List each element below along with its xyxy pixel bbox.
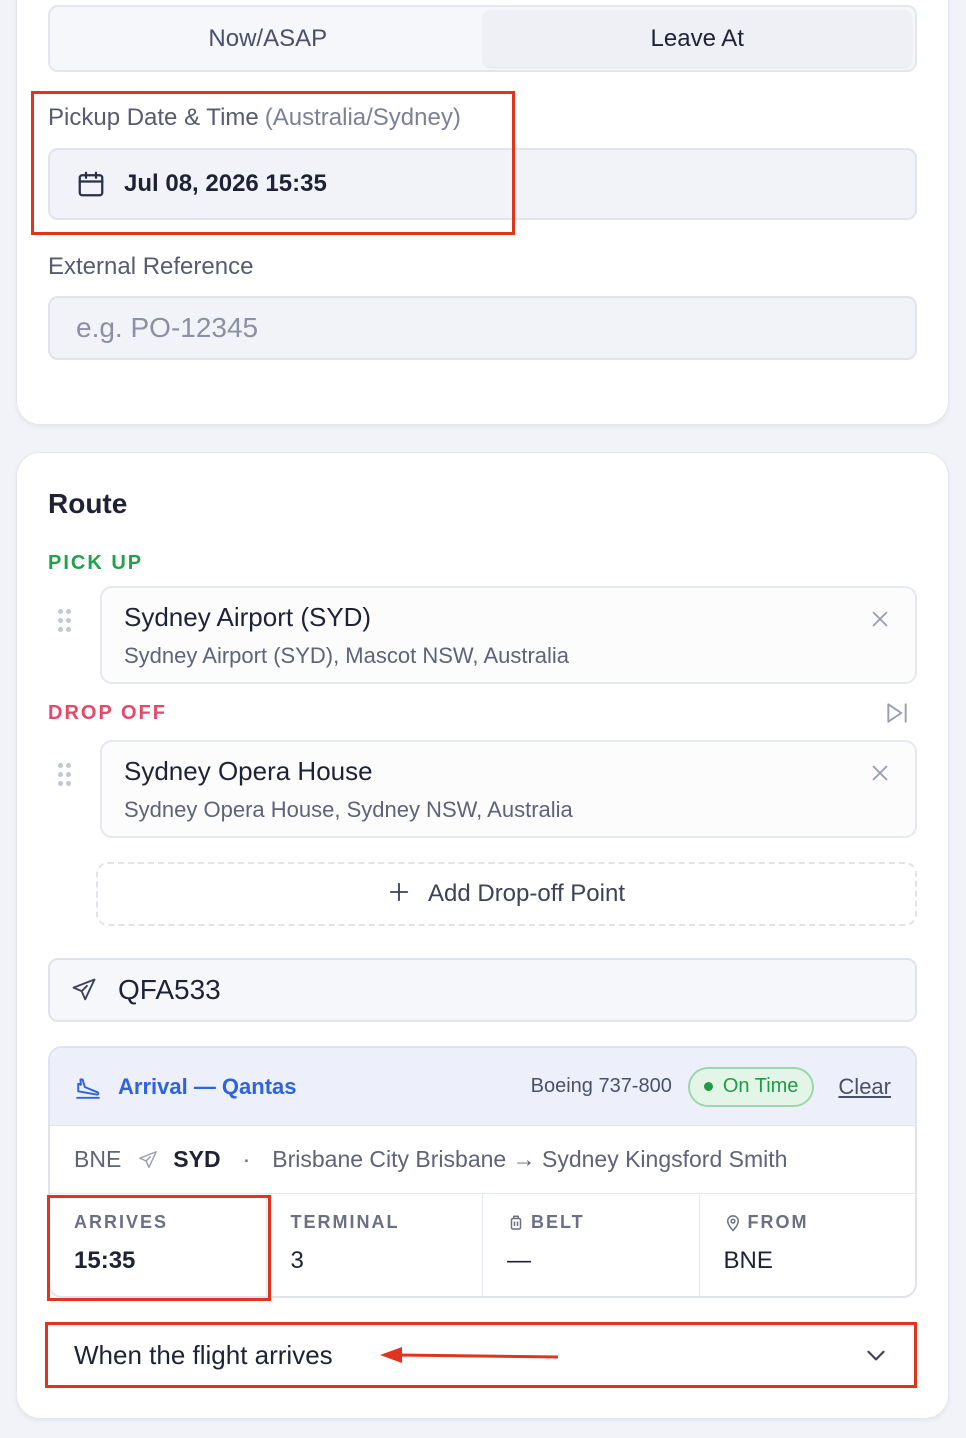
drag-handle-icon[interactable] <box>58 609 74 635</box>
flight-number-input[interactable]: QFA533 <box>48 958 917 1022</box>
now-asap-option[interactable]: Now/ASAP <box>53 10 483 67</box>
flight-info-header: Arrival — Qantas Boeing 737-800 On Time … <box>50 1048 915 1126</box>
terminal-label: TERMINAL <box>290 1212 400 1232</box>
destination-code: SYD <box>173 1146 221 1172</box>
pickup-stop[interactable]: Sydney Airport (SYD) Sydney Airport (SYD… <box>100 586 917 684</box>
terminal-stat: TERMINAL 3 <box>267 1194 483 1296</box>
flight-route-row: BNE SYD · Brisbane City Brisbane → Sydne… <box>50 1126 915 1194</box>
chevron-down-icon <box>863 1342 889 1375</box>
pickup-datetime-label-text: Pickup Date & Time <box>48 104 259 131</box>
close-icon[interactable] <box>869 762 891 789</box>
separator-dot: · <box>242 1146 251 1172</box>
leave-at-option[interactable]: Leave At <box>482 10 912 67</box>
status-badge: On Time <box>687 1066 815 1107</box>
close-icon[interactable] <box>869 608 891 635</box>
external-reference-input[interactable]: e.g. PO-12345 <box>48 296 917 360</box>
add-dropoff-button[interactable]: Add Drop-off Point <box>96 862 917 926</box>
external-reference-placeholder: e.g. PO-12345 <box>76 312 259 343</box>
route-title: Route <box>48 488 128 519</box>
flight-number-value: QFA533 <box>118 974 221 1005</box>
departure-mode-toggle: Now/ASAP Leave At <box>48 5 917 72</box>
from-label: FROM <box>747 1212 809 1232</box>
arrives-stat: ARRIVES 15:35 <box>50 1194 267 1296</box>
calendar-icon <box>76 169 106 199</box>
plane-landing-icon <box>76 1077 100 1099</box>
flight-title: Arrival — Qantas <box>74 1074 297 1100</box>
luggage-icon <box>510 1215 522 1230</box>
plane-icon <box>137 1149 159 1171</box>
add-dropoff-label: Add Drop-off Point <box>427 880 625 907</box>
flight-route-text: Brisbane City Brisbane → Sydney Kingsfor… <box>272 1146 788 1172</box>
flight-stats: ARRIVES 15:35 TERMINAL 3 BELT — FROM BNE <box>50 1194 916 1296</box>
annotation-arrow-icon <box>380 1347 559 1363</box>
status-text: On Time <box>722 1075 799 1097</box>
flight-title-text: Arrival — Qantas <box>118 1073 297 1099</box>
dropoff-stop-name: Sydney Opera House <box>124 756 373 786</box>
dropoff-section-label: DROP OFF <box>48 702 167 724</box>
clear-flight-link[interactable]: Clear <box>838 1074 891 1100</box>
terminal-value: 3 <box>290 1247 304 1274</box>
drag-handle-icon[interactable] <box>58 763 74 789</box>
dropoff-stop[interactable]: Sydney Opera House Sydney Opera House, S… <box>100 740 917 838</box>
pickup-datetime-label: Pickup Date & Time (Australia/Sydney) <box>48 104 461 132</box>
belt-label-row: BELT <box>507 1212 675 1233</box>
pickup-datetime-field[interactable]: Jul 08, 2026 15:35 <box>48 148 917 220</box>
pickup-datetime-value: Jul 08, 2026 15:35 <box>124 170 327 197</box>
arrives-value: 15:35 <box>74 1247 136 1274</box>
plus-icon <box>388 877 410 911</box>
arrives-label: ARRIVES <box>74 1212 169 1232</box>
external-reference-label: External Reference <box>48 253 254 280</box>
from-label-row: FROM <box>724 1212 892 1233</box>
pickup-stop-name: Sydney Airport (SYD) <box>124 602 372 632</box>
skip-forward-icon[interactable] <box>884 700 910 731</box>
plane-icon <box>70 976 98 1004</box>
status-dot-icon <box>703 1082 713 1091</box>
pickup-section-label: PICK UP <box>48 552 144 574</box>
pickup-stop-address: Sydney Airport (SYD), Mascot NSW, Austra… <box>124 643 570 668</box>
belt-value: — <box>507 1247 531 1274</box>
timezone-label: (Australia/Sydney) <box>264 104 461 131</box>
dropoff-stop-address: Sydney Opera House, Sydney NSW, Australi… <box>124 797 573 822</box>
origin-code: BNE <box>74 1146 122 1172</box>
from-stat: FROM BNE <box>700 1194 916 1296</box>
from-value: BNE <box>723 1247 773 1274</box>
flight-info-card: Arrival — Qantas Boeing 737-800 On Time … <box>48 1046 917 1298</box>
map-pin-icon <box>726 1214 739 1232</box>
belt-stat: BELT — <box>483 1194 700 1296</box>
aircraft-type: Boeing 737-800 <box>530 1075 672 1097</box>
belt-label: BELT <box>531 1212 585 1232</box>
pickup-timing-value: When the flight arrives <box>74 1339 333 1370</box>
